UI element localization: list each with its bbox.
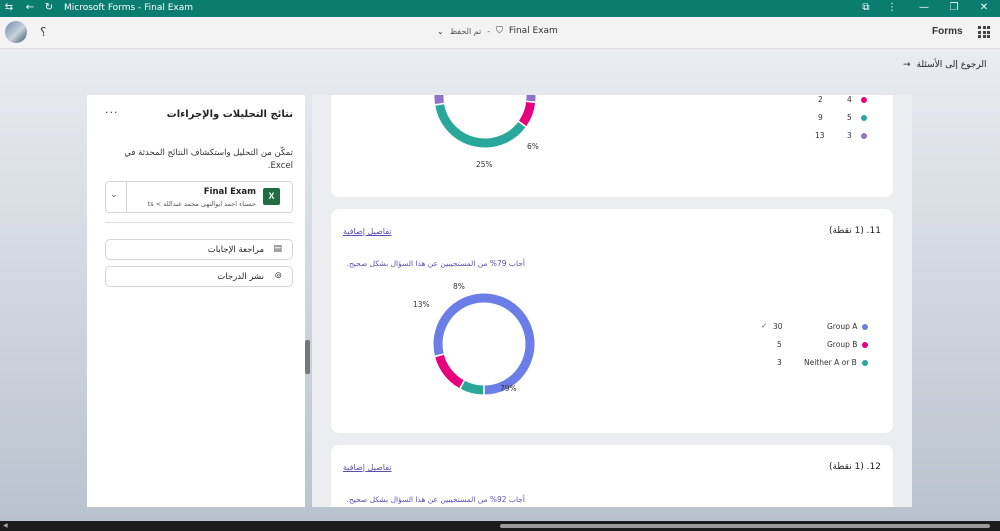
legend-label: Group B [827, 340, 858, 349]
window-titlebar: ⇆ ← ↻ Microsoft Forms - Final Exam ⧉ ⋮ —… [0, 0, 1000, 17]
app-header: ؟ ⌄ تم الحفظ - ⛉ Final Exam Forms [0, 17, 1000, 49]
chevron-down-icon[interactable]: ⌄ [437, 27, 444, 36]
legend-dot [862, 342, 868, 348]
legend-count: 30 [773, 322, 783, 331]
legend-count: 5 [777, 340, 782, 349]
back-link-label: الرجوع إلى الأسئلة [916, 60, 987, 70]
legend-dot [861, 133, 867, 139]
excel-file-card[interactable]: X Final Exam حسناء احمد ابوالنهى محمد عب… [105, 181, 293, 213]
form-name[interactable]: Final Exam [509, 26, 558, 36]
legend-label: 3 [847, 131, 852, 140]
panel-description: تمكّن من التحليل واستكشاف النتائج المحدث… [124, 148, 293, 171]
help-icon[interactable]: ؟ [40, 25, 46, 39]
more-details-link[interactable]: تفاصيل إضافية [343, 463, 392, 472]
title-separator: - [487, 26, 491, 36]
question-10-chart: 25% 6% [434, 95, 539, 169]
correct-note: أجاب 92% من المستجيبين عن هذا السؤال بشك… [346, 495, 525, 504]
more-menu-icon[interactable]: ⋮ [886, 2, 898, 14]
legend-dot [862, 324, 868, 330]
chart-label-79: 79% [500, 384, 517, 393]
arrow-right-icon: → [903, 60, 911, 70]
app-name[interactable]: Forms [932, 26, 963, 37]
maximize-icon[interactable]: ❐ [948, 2, 960, 14]
question-11-chart: 79% 13% 8% [413, 282, 535, 395]
review-answers-label: مراجعة الإجابات [207, 245, 264, 255]
window-icon: ⇆ [4, 2, 14, 13]
close-icon[interactable]: ✕ [978, 2, 990, 14]
donut-slice-4[interactable] [518, 101, 536, 126]
divider [105, 222, 293, 223]
correct-check-icon: ✓ [761, 321, 768, 330]
shield-icon: ⛉ [496, 26, 503, 36]
panel-scrollbar[interactable] [305, 340, 310, 374]
donut-slice-5[interactable] [435, 104, 526, 148]
results-content: 25% 6% 2 4 9 5 13 3 11. (1 نقطة) تفاصيل … [312, 95, 912, 507]
donut-slice-3[interactable] [434, 95, 536, 105]
question-card-10: 25% 6% 2 4 9 5 13 3 [331, 95, 893, 197]
legend-dot [861, 115, 867, 121]
question-title: 12. (1 نقطة) [828, 462, 881, 472]
legend-dot [862, 360, 868, 366]
review-icon: ▤ [273, 244, 282, 254]
scroll-left-icon[interactable]: ◀ [3, 522, 8, 529]
legend-label: Neither A or B [804, 358, 857, 367]
legend-count: 2 [818, 95, 823, 104]
saved-status: تم الحفظ [449, 26, 482, 36]
excel-icon: X [263, 188, 280, 205]
review-answers-button[interactable]: ▤ مراجعة الإجابات [105, 239, 293, 260]
chart-label-6: 6% [527, 142, 539, 151]
back-to-questions-link[interactable]: الرجوع إلى الأسئلة → [903, 60, 987, 70]
horizontal-scrollbar-thumb[interactable] [500, 524, 990, 528]
legend-row: 2 [818, 95, 823, 104]
refresh-icon[interactable]: ↻ [43, 2, 55, 14]
donut-slice-group-b[interactable] [435, 354, 464, 388]
legend-label: 4 [847, 95, 852, 104]
horizontal-scrollbar[interactable]: ◀ [0, 521, 1000, 531]
minimize-icon[interactable]: — [918, 2, 930, 14]
post-scores-label: نشر الدرجات [217, 272, 264, 282]
analytics-panel: نتائج التحليلات والإجراءات ··· تمكّن من … [87, 95, 305, 507]
app-launcher-icon[interactable] [978, 26, 990, 38]
legend-dot [861, 97, 867, 103]
panel-title: نتائج التحليلات والإجراءات [166, 109, 293, 120]
chart-label-13: 13% [413, 300, 430, 309]
avatar[interactable] [5, 21, 27, 43]
chart-label-8: 8% [453, 282, 465, 291]
extensions-icon[interactable]: ⧉ [860, 2, 872, 14]
back-arrow-icon[interactable]: ← [24, 2, 36, 14]
legend-count: 13 [815, 131, 825, 140]
chevron-down-icon[interactable]: ⌄ [110, 190, 118, 200]
more-options-icon[interactable]: ··· [105, 106, 119, 119]
question-card-11: 11. (1 نقطة) تفاصيل إضافية أجاب 79% من ا… [331, 209, 893, 433]
chart-label-25: 25% [476, 160, 493, 169]
legend-label: Group A [827, 322, 858, 331]
form-title-bar: ⌄ تم الحفظ - ⛉ Final Exam [437, 26, 558, 36]
excel-file-name: Final Exam [203, 187, 256, 197]
excel-file-path: حسناء احمد ابوالنهى محمد عبدالله > ts [147, 200, 256, 208]
legend-label: 5 [847, 113, 852, 122]
legend-count: 3 [777, 358, 782, 367]
window-title: Microsoft Forms - Final Exam [64, 3, 194, 13]
publish-icon: ⊚ [274, 271, 282, 281]
question-card-12: 12. (1 نقطة) تفاصيل إضافية أجاب 92% من ا… [331, 445, 893, 507]
post-scores-button[interactable]: ⊚ نشر الدرجات [105, 266, 293, 287]
donut-slice-neither-a-or-b[interactable] [460, 380, 484, 395]
legend-count: 9 [818, 113, 823, 122]
